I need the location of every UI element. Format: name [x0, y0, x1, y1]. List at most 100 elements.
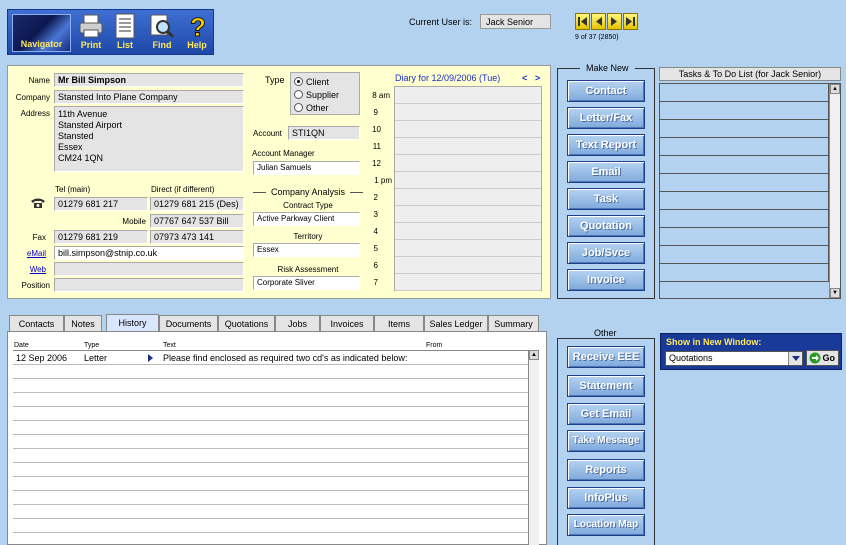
table-row[interactable]	[13, 449, 531, 463]
receive-eee-button[interactable]: Receive EEE	[567, 346, 645, 368]
task-row[interactable]	[660, 192, 829, 210]
diary-slot[interactable]	[395, 155, 541, 172]
scroll-down-icon[interactable]: ▼	[830, 288, 840, 298]
telephone-icon[interactable]	[30, 197, 46, 209]
table-row[interactable]	[13, 393, 531, 407]
go-button[interactable]: Go	[806, 350, 839, 366]
table-row[interactable]	[13, 491, 531, 505]
task-row[interactable]	[660, 264, 829, 282]
table-row[interactable]	[13, 365, 531, 379]
tel-main-field[interactable]: 01279 681 217	[54, 197, 148, 211]
new-task-button[interactable]: Task	[567, 188, 645, 210]
diary-slot[interactable]	[395, 240, 541, 257]
task-row[interactable]	[660, 228, 829, 246]
table-row[interactable]	[13, 407, 531, 421]
tab-history[interactable]: History	[106, 314, 159, 332]
diary-slot[interactable]	[395, 189, 541, 206]
direct-field[interactable]: 01279 681 215 (Des)	[150, 197, 244, 211]
diary-previous-day-button[interactable]: <	[522, 73, 527, 83]
diary-slot[interactable]	[395, 104, 541, 121]
last-record-button[interactable]	[623, 13, 638, 30]
name-field[interactable]: Mr Bill Simpson	[54, 73, 244, 87]
chevron-down-icon[interactable]	[788, 352, 802, 365]
reports-button[interactable]: Reports	[567, 459, 645, 481]
web-field[interactable]	[54, 262, 244, 276]
territory-field[interactable]: Essex	[253, 243, 360, 257]
task-row[interactable]	[660, 174, 829, 192]
table-row[interactable]	[13, 379, 531, 393]
task-row[interactable]	[660, 84, 829, 102]
expand-arrow-icon[interactable]	[147, 354, 154, 362]
scroll-up-icon[interactable]: ▲	[529, 350, 539, 360]
position-field[interactable]	[54, 278, 244, 292]
tab-invoices[interactable]: Invoices	[320, 315, 374, 332]
type-option-supplier[interactable]: Supplier	[294, 88, 356, 101]
scroll-up-icon[interactable]: ▲	[830, 84, 840, 94]
first-record-button[interactable]	[575, 13, 590, 30]
fax-field[interactable]: 01279 681 219	[54, 230, 148, 244]
take-message-button[interactable]: Take Message	[567, 430, 645, 452]
account-manager-field[interactable]: Julian Samuels	[253, 161, 360, 175]
new-email-button[interactable]: Email	[567, 161, 645, 183]
mobile-field[interactable]: 07767 647 537 Bill	[150, 214, 244, 228]
task-row[interactable]	[660, 102, 829, 120]
diary-slot[interactable]	[395, 223, 541, 240]
find-button[interactable]: Find	[145, 12, 179, 53]
contract-type-field[interactable]: Active Parkway Client	[253, 212, 360, 226]
table-row[interactable]: 12 Sep 2006 Letter Please find enclosed …	[13, 351, 531, 365]
diary-slot[interactable]	[395, 274, 541, 291]
tab-summary[interactable]: Summary	[488, 315, 539, 332]
task-row[interactable]	[660, 246, 829, 264]
new-letter-fax-button[interactable]: Letter/Fax	[567, 107, 645, 129]
new-job-service-button[interactable]: Job/Svce	[567, 242, 645, 264]
diary-slot[interactable]	[395, 206, 541, 223]
history-scrollbar[interactable]: ▲	[528, 350, 539, 545]
tab-quotations[interactable]: Quotations	[218, 315, 275, 332]
new-invoice-button[interactable]: Invoice	[567, 269, 645, 291]
location-map-button[interactable]: Location Map	[567, 514, 645, 536]
diary-next-day-button[interactable]: >	[535, 73, 540, 83]
previous-record-button[interactable]	[591, 13, 606, 30]
fax-secondary-field[interactable]: 07973 473 141	[150, 230, 244, 244]
list-button[interactable]: List	[108, 12, 142, 53]
diary-slot[interactable]	[395, 138, 541, 155]
type-option-other[interactable]: Other	[294, 101, 356, 114]
diary-slot[interactable]	[395, 121, 541, 138]
task-row[interactable]	[660, 138, 829, 156]
print-button[interactable]: Print	[74, 12, 108, 53]
tab-items[interactable]: Items	[374, 315, 424, 332]
task-row[interactable]	[660, 210, 829, 228]
company-field[interactable]: Stansted Into Plane Company	[54, 90, 244, 104]
navigator-button[interactable]: Navigator	[12, 14, 71, 52]
new-quotation-button[interactable]: Quotation	[567, 215, 645, 237]
table-row[interactable]	[13, 505, 531, 519]
table-row[interactable]	[13, 519, 531, 533]
diary-slot[interactable]	[395, 172, 541, 189]
tab-documents[interactable]: Documents	[159, 315, 218, 332]
diary-slot[interactable]	[395, 257, 541, 274]
web-link[interactable]: Web	[10, 265, 46, 274]
help-button[interactable]: ? Help	[180, 12, 214, 53]
task-row[interactable]	[660, 120, 829, 138]
task-row[interactable]	[660, 156, 829, 174]
new-window-select[interactable]: Quotations	[665, 351, 803, 366]
email-link[interactable]: eMail	[10, 249, 46, 258]
tab-contacts[interactable]: Contacts	[9, 315, 64, 332]
account-field[interactable]: STI1QN	[288, 126, 360, 140]
next-record-button[interactable]	[607, 13, 622, 30]
statement-button[interactable]: Statement	[567, 375, 645, 397]
risk-assessment-field[interactable]: Corporate Sliver	[253, 276, 360, 290]
tab-sales-ledger[interactable]: Sales Ledger	[424, 315, 488, 332]
table-row[interactable]	[13, 421, 531, 435]
type-option-client[interactable]: Client	[294, 75, 356, 88]
tab-jobs[interactable]: Jobs	[275, 315, 320, 332]
address-field[interactable]: 11th Avenue Stansted Airport Stansted Es…	[54, 106, 244, 172]
table-row[interactable]	[13, 435, 531, 449]
tab-notes[interactable]: Notes	[64, 315, 102, 332]
new-contact-button[interactable]: Contact	[567, 80, 645, 102]
diary-slot[interactable]	[395, 87, 541, 104]
email-field[interactable]: bill.simpson@stnip.co.uk	[54, 246, 244, 260]
table-row[interactable]	[13, 463, 531, 477]
table-row[interactable]	[13, 477, 531, 491]
tasks-scrollbar[interactable]: ▲ ▼	[829, 84, 840, 298]
